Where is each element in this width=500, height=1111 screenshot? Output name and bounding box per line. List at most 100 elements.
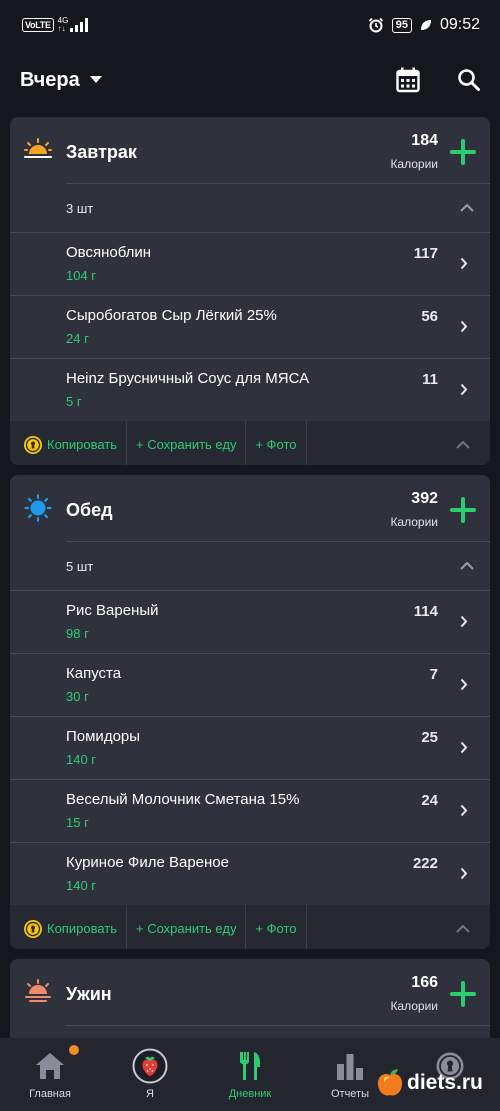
meal-card-lunch: Обед 392 Калории 5 шт Рис Вареный 98 г 1… xyxy=(10,475,490,949)
food-calories: 114 xyxy=(413,603,438,620)
food-item[interactable]: Веселый Молочник Сметана 15% 15 г 24 xyxy=(10,779,490,842)
food-calories: 11 xyxy=(422,371,438,388)
add-food-button[interactable] xyxy=(450,497,476,523)
add-photo-button[interactable]: + Фото xyxy=(246,905,307,949)
food-item[interactable]: Овсяноблин 104 г 117 xyxy=(10,232,490,295)
bar-chart-icon xyxy=(337,1054,363,1080)
caret-down-icon xyxy=(89,76,102,83)
strawberry-avatar-icon xyxy=(132,1048,168,1084)
food-name: Рис Вареный xyxy=(66,602,159,619)
food-weight: 15 г xyxy=(66,815,89,830)
meal-header: Обед 392 Калории xyxy=(10,475,490,541)
diary-screen: VoLTE 4G ↑↓ 95 09:52 Вчера Завтрак 184 К… xyxy=(0,0,500,1111)
chevron-up-icon[interactable] xyxy=(456,440,470,449)
volte-indicator: VoLTE xyxy=(22,18,54,32)
sunrise-icon xyxy=(24,138,52,158)
nav-tab-me[interactable]: Я xyxy=(100,1038,200,1111)
chevron-right-icon xyxy=(460,867,468,880)
chevron-right-icon xyxy=(460,678,468,691)
food-weight: 5 г xyxy=(66,394,82,409)
food-name: Веселый Молочник Сметана 15% xyxy=(66,791,300,808)
battery-indicator: 95 xyxy=(391,17,412,33)
meal-actions: Копировать + Сохранить еду + Фото xyxy=(10,421,490,465)
item-count-row[interactable]: 3 шт xyxy=(66,183,490,232)
chevron-up-icon xyxy=(460,562,474,570)
sunset-icon xyxy=(25,979,51,1002)
chevron-right-icon xyxy=(460,615,468,628)
apple-logo-icon xyxy=(377,1069,403,1096)
watermark-text: diets.ru xyxy=(407,1071,483,1094)
calendar-icon[interactable] xyxy=(396,67,420,93)
chevron-right-icon xyxy=(460,257,468,270)
food-item[interactable]: Куриное Филе Вареное 140 г 222 xyxy=(10,842,490,905)
data-arrows-icon: ↑↓ xyxy=(57,24,66,33)
food-calories: 24 xyxy=(421,792,438,809)
food-item[interactable]: Помидоры 140 г 25 xyxy=(10,716,490,779)
save-meal-button[interactable]: + Сохранить еду xyxy=(127,905,247,949)
food-name: Куриное Филе Вареное xyxy=(66,854,229,871)
food-name: Капуста xyxy=(66,665,122,682)
food-item[interactable]: Heinz Брусничный Соус для МЯСА 5 г 11 xyxy=(10,358,490,421)
add-food-button[interactable] xyxy=(450,981,476,1007)
meal-actions: Копировать + Сохранить еду + Фото xyxy=(10,905,490,949)
food-calories: 7 xyxy=(429,666,438,683)
search-icon[interactable] xyxy=(458,69,480,91)
nav-label: Дневник xyxy=(228,1088,272,1100)
watermark: diets.ru xyxy=(376,1068,483,1098)
item-count-row[interactable]: 5 шт xyxy=(66,541,490,590)
keyhole-icon xyxy=(24,919,42,938)
copy-label: Копировать xyxy=(47,437,117,452)
food-item[interactable]: Капуста 30 г 7 xyxy=(10,653,490,716)
food-name: Heinz Брусничный Соус для МЯСА xyxy=(66,370,310,387)
copy-button[interactable]: Копировать xyxy=(10,905,127,949)
nav-tab-diary[interactable]: Дневник xyxy=(200,1038,300,1111)
meal-card-breakfast: Завтрак 184 Калории 3 шт Овсяноблин 104 … xyxy=(10,117,490,465)
chevron-right-icon xyxy=(460,804,468,817)
copy-button[interactable]: Копировать xyxy=(10,421,127,465)
status-bar: VoLTE 4G ↑↓ 95 09:52 xyxy=(0,0,500,50)
save-meal-label: + Сохранить еду xyxy=(136,437,237,452)
nav-tab-home[interactable]: Главная xyxy=(0,1038,100,1111)
save-meal-button[interactable]: + Сохранить еду xyxy=(127,421,247,465)
meal-title: Обед xyxy=(66,500,113,520)
nav-label: Я xyxy=(146,1088,154,1100)
meal-calories-label: Калории xyxy=(390,999,438,1013)
nav-label: Отчеты xyxy=(330,1088,370,1100)
signal-icon xyxy=(70,18,89,32)
food-weight: 140 г xyxy=(66,752,97,767)
meal-title: Ужин xyxy=(66,984,112,1004)
chevron-right-icon xyxy=(460,383,468,396)
meal-header: Завтрак 184 Калории xyxy=(10,117,490,183)
food-calories: 56 xyxy=(421,308,438,325)
alarm-icon xyxy=(368,17,383,33)
app-header: Вчера xyxy=(0,50,500,110)
food-name: Овсяноблин xyxy=(66,244,152,261)
add-photo-label: + Фото xyxy=(255,921,297,936)
food-item[interactable]: Рис Вареный 98 г 114 xyxy=(10,590,490,653)
chevron-right-icon xyxy=(460,741,468,754)
food-item[interactable]: Сыробогатов Сыр Лёгкий 25% 24 г 56 xyxy=(10,295,490,358)
food-name: Сыробогатов Сыр Лёгкий 25% xyxy=(66,307,277,324)
add-food-button[interactable] xyxy=(450,139,476,165)
meal-calories: 392 xyxy=(411,490,438,507)
meal-calories-label: Калории xyxy=(390,157,438,171)
food-weight: 98 г xyxy=(66,626,89,641)
food-weight: 30 г xyxy=(66,689,89,704)
save-meal-label: + Сохранить еду xyxy=(136,921,237,936)
meal-header: Ужин 166 Калории xyxy=(10,959,490,1025)
item-count: 3 шт xyxy=(66,200,94,216)
sun-icon xyxy=(24,494,52,522)
add-photo-button[interactable]: + Фото xyxy=(246,421,307,465)
food-weight: 140 г xyxy=(66,878,97,893)
add-photo-label: + Фото xyxy=(255,437,297,452)
day-selector[interactable]: Вчера xyxy=(20,69,102,92)
home-icon xyxy=(36,1053,64,1079)
food-calories: 25 xyxy=(421,729,438,746)
keyhole-icon xyxy=(24,435,42,454)
item-count: 5 шт xyxy=(66,558,94,574)
chevron-up-icon[interactable] xyxy=(456,924,470,933)
food-weight: 104 г xyxy=(66,268,97,283)
meal-calories-label: Калории xyxy=(390,515,438,529)
food-calories: 117 xyxy=(413,245,438,262)
network-indicator: 4G ↑↓ xyxy=(58,17,69,33)
